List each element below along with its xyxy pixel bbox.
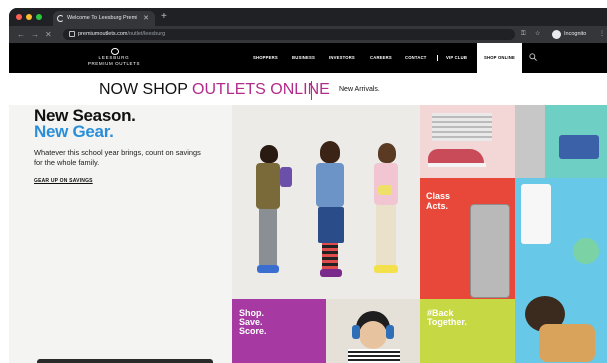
headline-accent: OUTLETS ONLINE xyxy=(192,81,330,98)
kid-skirt xyxy=(318,207,344,243)
juice-glass-icon xyxy=(573,238,599,264)
jeans-icon xyxy=(559,135,599,159)
locker-panel xyxy=(515,105,545,178)
fanny-pack xyxy=(378,185,392,195)
headphones-icon xyxy=(352,325,360,339)
kid-pants xyxy=(376,205,396,265)
sneaker-sole xyxy=(428,163,486,167)
nav-investors[interactable]: INVESTORS xyxy=(329,43,355,73)
backpack xyxy=(280,167,292,187)
headline-plain: NOW SHOP xyxy=(99,81,193,98)
nav-contact[interactable]: CONTACT xyxy=(405,43,427,73)
luggage-icon xyxy=(470,204,510,298)
site-logo[interactable]: LEESBURG PREMIUM OUTLETS xyxy=(81,43,147,73)
nav-careers[interactable]: CAREERS xyxy=(370,43,392,73)
tile-purple-line3: Score. xyxy=(239,326,267,336)
kid-shoes xyxy=(257,265,279,273)
nav-shop-online[interactable]: SHOP ONLINE xyxy=(477,43,522,73)
teal-photo[interactable] xyxy=(515,105,607,178)
kids-photo[interactable] xyxy=(232,105,420,299)
logo-mark-icon xyxy=(111,48,119,55)
url-domain: premiumoutlets.com xyxy=(78,31,128,37)
tile-red-line2: Acts. xyxy=(426,201,449,211)
kid-pants xyxy=(259,209,277,265)
close-icon[interactable]: ✕ xyxy=(143,11,149,26)
logo-line1: LEESBURG xyxy=(98,55,130,60)
kid-tights xyxy=(322,243,338,269)
logo-line2: PREMIUM OUTLETS xyxy=(87,61,141,66)
promo-banner[interactable]: NOW SHOP OUTLETS ONLINE New Arrivals. xyxy=(9,73,607,105)
kid-figure xyxy=(320,141,340,163)
shop-save-score-tile[interactable]: Shop. Save. Score. xyxy=(232,299,326,363)
sandwich-icon xyxy=(539,324,595,362)
address-input[interactable]: premiumoutlets.com/outlet/leesburg xyxy=(63,29,515,40)
url-path: /outlet/leesburg xyxy=(127,31,166,37)
sneaker-photo[interactable] xyxy=(420,105,515,178)
loading-icon xyxy=(57,15,64,22)
nav-divider xyxy=(437,55,438,61)
tile-lime-line2: Together. xyxy=(427,317,467,327)
close-window-button[interactable] xyxy=(16,14,22,20)
kid-top xyxy=(374,163,398,205)
kid-figure xyxy=(260,145,278,163)
kid-jacket xyxy=(256,163,280,209)
striped-shirt xyxy=(432,113,492,141)
gear-up-link[interactable]: GEAR UP ON SAVINGS xyxy=(34,178,93,184)
typing-cursor xyxy=(311,81,312,100)
nav-business[interactable]: BUSINESS xyxy=(292,43,315,73)
nav-shoppers[interactable]: SHOPPERS xyxy=(253,43,278,73)
site-header: LEESBURG PREMIUM OUTLETS SHOPPERS BUSINE… xyxy=(9,43,607,73)
tab-title: Welcome To Leesburg Premiu xyxy=(67,15,137,21)
kid-denim-jacket xyxy=(316,163,344,207)
new-tab-icon[interactable]: + xyxy=(161,11,167,23)
kid-figure xyxy=(378,143,396,163)
browser-window: Welcome To Leesburg Premiu ✕ + ← → ✕ pre… xyxy=(9,8,607,363)
back-together-tile[interactable]: #Back Together. xyxy=(420,299,515,363)
maximize-window-button[interactable] xyxy=(36,14,42,20)
bottom-bar xyxy=(37,359,213,363)
search-icon[interactable] xyxy=(529,53,537,61)
kid-shoes xyxy=(374,265,398,273)
promo-subtext: New Arrivals. xyxy=(339,86,380,93)
tile-red-line1: Class xyxy=(426,191,451,201)
key-icon[interactable]: ⚿ xyxy=(521,26,526,43)
striped-shirt xyxy=(348,349,400,363)
face xyxy=(359,321,387,349)
browser-tab[interactable]: Welcome To Leesburg Premiu ✕ xyxy=(53,11,155,26)
minimize-window-button[interactable] xyxy=(26,14,32,20)
headphones-icon xyxy=(386,325,394,339)
nav-shop-online-label: SHOP ONLINE xyxy=(484,55,515,60)
incognito-icon[interactable] xyxy=(552,30,561,39)
boy-headphones-photo[interactable] xyxy=(326,299,420,363)
promo-headline: NOW SHOP OUTLETS ONLINE xyxy=(99,81,330,99)
class-acts-tile[interactable]: Class Acts. xyxy=(420,178,515,299)
school-supplies-photo[interactable] xyxy=(515,178,607,363)
back-icon[interactable]: ← xyxy=(17,26,25,43)
lock-icon xyxy=(69,31,75,37)
notebook-icon xyxy=(521,184,551,244)
address-toolbar: ← → ✕ premiumoutlets.com/outlet/leesburg… xyxy=(9,26,607,43)
device-frame: Welcome To Leesburg Premiu ✕ + ← → ✕ pre… xyxy=(0,0,607,363)
nav-vip-club[interactable]: VIP CLUB xyxy=(446,43,467,73)
hero-title-line2: New Gear. xyxy=(34,122,114,141)
forward-icon[interactable]: → xyxy=(31,26,39,43)
reload-icon[interactable]: ✕ xyxy=(45,26,52,43)
menu-icon[interactable]: ⋮ xyxy=(599,26,605,43)
tab-bar: Welcome To Leesburg Premiu ✕ + xyxy=(9,8,607,26)
hero-description: Whatever this school year brings, count … xyxy=(34,148,201,167)
star-icon[interactable]: ☆ xyxy=(535,26,540,43)
kid-shoes xyxy=(320,269,342,277)
profile-label: Incognito xyxy=(564,31,587,37)
